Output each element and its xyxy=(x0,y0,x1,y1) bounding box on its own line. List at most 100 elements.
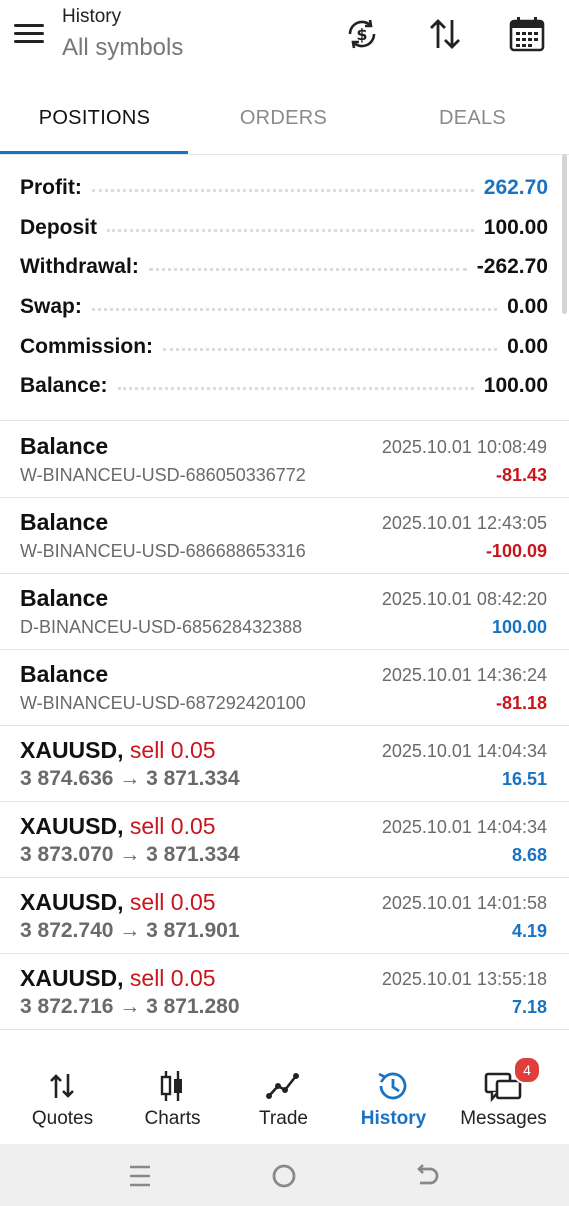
tab-bar: POSITIONS ORDERS DEALS xyxy=(0,90,569,155)
list-item-balance[interactable]: Balance W-BINANCEU-USD-686688653316 2025… xyxy=(0,497,569,574)
record-comment: W-BINANCEU-USD-686050336772 xyxy=(20,465,306,485)
currency-exchange-icon[interactable]: $ xyxy=(342,14,382,54)
trade-prices: 3 872.716 → 3 871.280 xyxy=(20,995,240,1018)
trade-prices: 3 874.636 → 3 871.334 xyxy=(20,767,240,790)
record-time: 2025.10.01 14:36:24 xyxy=(381,665,547,685)
record-amount: 100.00 xyxy=(491,617,547,637)
back-icon[interactable] xyxy=(406,1156,446,1196)
trade-symbol: XAUUSD, xyxy=(20,965,124,991)
summary-row-commission: Commission: 0.00 xyxy=(20,327,548,367)
nav-label: Trade xyxy=(259,1108,308,1129)
list-item-balance[interactable]: Balance D-BINANCEU-USD-685628432388 2025… xyxy=(0,573,569,650)
nav-label: Quotes xyxy=(31,1108,94,1129)
summary-label: Commission: xyxy=(20,335,154,358)
summary-value: 0.00 xyxy=(507,295,548,318)
nav-label: Charts xyxy=(144,1108,201,1129)
active-tab-indicator xyxy=(0,151,188,154)
summary-value: 100.00 xyxy=(483,216,548,239)
trade-title: XAUUSD, sell 0.05 xyxy=(20,889,216,916)
list-item-trade[interactable]: XAUUSD, sell 0.05 3 872.740 → 3 871.901 … xyxy=(0,877,569,954)
record-comment: D-BINANCEU-USD-685628432388 xyxy=(20,617,303,637)
summary-value: -262.70 xyxy=(476,255,548,278)
record-time: 2025.10.01 14:04:34 xyxy=(381,741,547,761)
record-title: Balance xyxy=(20,433,109,459)
summary-label: Swap: xyxy=(20,295,82,318)
recent-apps-icon[interactable] xyxy=(120,1156,160,1196)
symbol-filter[interactable]: All symbols xyxy=(62,34,183,62)
list-item-trade[interactable]: XAUUSD, sell 0.05 3 874.636 → 3 871.334 … xyxy=(0,725,569,802)
trade-title: XAUUSD, sell 0.05 xyxy=(20,737,216,764)
summary-label: Balance: xyxy=(20,374,108,397)
summary-label: Profit: xyxy=(20,176,82,199)
home-icon[interactable] xyxy=(264,1156,304,1196)
trade-prices: 3 873.070 → 3 871.334 xyxy=(20,843,240,866)
summary-row-balance: Balance: 100.00 xyxy=(20,366,548,406)
tab-positions[interactable]: POSITIONS xyxy=(0,90,189,154)
calendar-icon[interactable] xyxy=(507,14,547,54)
list-item-trade[interactable]: XAUUSD, sell 0.05 3 873.070 → 3 871.334 … xyxy=(0,801,569,878)
trade-prices: 3 872.740 → 3 871.901 xyxy=(20,919,240,942)
app-header: History All symbols $ xyxy=(0,0,569,82)
nav-trade[interactable]: Trade xyxy=(227,1058,340,1144)
tab-orders[interactable]: ORDERS xyxy=(189,90,378,154)
dotted-leader xyxy=(91,188,474,192)
quotes-icon xyxy=(42,1068,82,1104)
candlestick-icon xyxy=(152,1068,192,1104)
menu-icon[interactable] xyxy=(14,22,46,46)
nav-charts[interactable]: Charts xyxy=(116,1058,229,1144)
nav-label: Messages xyxy=(460,1108,547,1129)
list-item-balance[interactable]: Balance W-BINANCEU-USD-686050336772 2025… xyxy=(0,421,569,498)
record-title: Balance xyxy=(20,661,109,687)
summary-row-swap: Swap: 0.00 xyxy=(20,287,548,327)
summary-value: 0.00 xyxy=(507,335,548,358)
summary-row-deposit: Deposit 100.00 xyxy=(20,208,548,248)
list-item-balance[interactable]: Balance W-BINANCEU-USD-687292420100 2025… xyxy=(0,649,569,726)
dotted-leader xyxy=(163,347,498,351)
list-item-trade[interactable]: XAUUSD, sell 0.05 3 872.716 → 3 871.280 … xyxy=(0,953,569,1030)
summary-row-profit: Profit: 262.70 xyxy=(20,168,548,208)
record-comment: W-BINANCEU-USD-686688653316 xyxy=(20,541,306,561)
scrollbar[interactable] xyxy=(562,154,567,314)
trade-profit: 16.51 xyxy=(501,769,547,789)
record-time: 2025.10.01 14:01:58 xyxy=(381,893,547,913)
record-amount: -81.43 xyxy=(495,465,547,485)
record-comment: W-BINANCEU-USD-687292420100 xyxy=(20,693,306,713)
trade-symbol: XAUUSD, xyxy=(20,813,124,839)
trade-side: sell 0.05 xyxy=(129,965,216,991)
nav-history[interactable]: History xyxy=(337,1058,450,1144)
record-time: 2025.10.01 12:43:05 xyxy=(381,513,547,533)
summary-row-withdrawal: Withdrawal: -262.70 xyxy=(20,247,548,287)
trade-profit: 4.19 xyxy=(511,921,547,941)
record-time: 2025.10.01 14:04:34 xyxy=(381,817,547,837)
dotted-leader xyxy=(117,386,474,390)
unread-badge: 4 xyxy=(513,1056,541,1084)
trade-side: sell 0.05 xyxy=(129,813,216,839)
trade-title: XAUUSD, sell 0.05 xyxy=(20,965,216,992)
trade-line-icon xyxy=(263,1068,303,1104)
dotted-leader xyxy=(107,228,474,232)
nav-messages[interactable]: 4 Messages xyxy=(447,1056,560,1144)
record-amount: -100.09 xyxy=(485,541,547,561)
summary-value: 262.70 xyxy=(483,176,548,199)
dotted-leader xyxy=(91,307,498,311)
trade-symbol: XAUUSD, xyxy=(20,737,124,763)
record-time: 2025.10.01 13:55:18 xyxy=(381,969,547,989)
summary-value: 100.00 xyxy=(483,374,548,397)
trade-side: sell 0.05 xyxy=(129,889,216,915)
dotted-leader xyxy=(148,267,467,271)
record-amount: -81.18 xyxy=(495,693,547,713)
record-title: Balance xyxy=(20,509,109,535)
header-title: History xyxy=(62,6,122,27)
record-time: 2025.10.01 10:08:49 xyxy=(381,437,547,457)
record-time: 2025.10.01 08:42:20 xyxy=(381,589,547,609)
trade-profit: 8.68 xyxy=(511,845,547,865)
tab-deals[interactable]: DEALS xyxy=(378,90,567,154)
sort-icon[interactable] xyxy=(425,14,465,54)
record-title: Balance xyxy=(20,585,109,611)
trade-title: XAUUSD, sell 0.05 xyxy=(20,813,216,840)
svg-text:$: $ xyxy=(356,25,367,44)
trade-symbol: XAUUSD, xyxy=(20,889,124,915)
nav-quotes[interactable]: Quotes xyxy=(6,1058,119,1144)
summary-label: Deposit xyxy=(20,216,98,239)
summary-label: Withdrawal: xyxy=(20,255,139,278)
